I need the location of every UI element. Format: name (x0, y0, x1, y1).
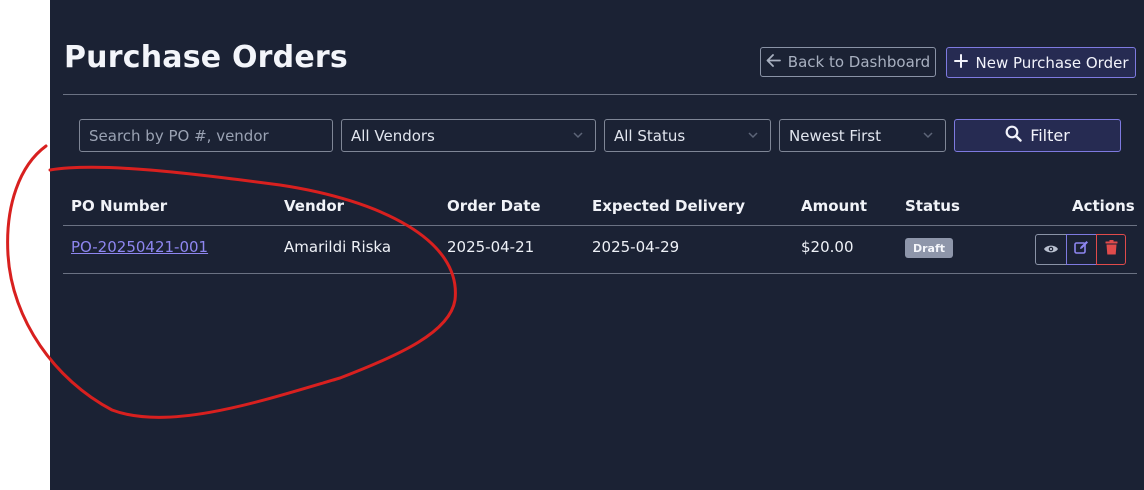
sort-select-value: Newest First (789, 126, 881, 145)
back-to-dashboard-label: Back to Dashboard (787, 53, 931, 71)
view-button[interactable] (1035, 234, 1067, 265)
column-header-actions: Actions (1072, 197, 1135, 215)
search-input[interactable]: Search by PO #, vendor (79, 119, 333, 152)
column-header-po-number[interactable]: PO Number (71, 197, 167, 215)
status-badge: Draft (905, 238, 954, 258)
arrow-left-icon (766, 53, 781, 71)
search-icon (1005, 125, 1022, 146)
edit-icon (1074, 240, 1089, 259)
trash-icon (1105, 240, 1118, 259)
new-purchase-order-label: New Purchase Order (975, 53, 1129, 72)
order-date-cell: 2025-04-21 (447, 238, 535, 256)
vendor-select-value: All Vendors (351, 126, 435, 145)
amount-cell: $20.00 (801, 238, 854, 256)
row-actions (1035, 234, 1126, 265)
po-number-link[interactable]: PO-20250421-001 (71, 238, 208, 256)
eye-icon (1043, 240, 1059, 259)
vendor-select[interactable]: All Vendors (341, 119, 596, 152)
edit-button[interactable] (1066, 234, 1097, 265)
column-header-expected-delivery[interactable]: Expected Delivery (592, 197, 745, 215)
expected-delivery-cell: 2025-04-29 (592, 238, 680, 256)
purchase-orders-page: Purchase Orders Back to Dashboard New Pu… (50, 0, 1144, 490)
chevron-down-icon (923, 132, 933, 139)
sort-select[interactable]: Newest First (779, 119, 946, 152)
filter-label: Filter (1030, 126, 1070, 145)
new-purchase-order-button[interactable]: New Purchase Order (946, 47, 1136, 78)
status-select-value: All Status (614, 126, 686, 145)
status-select[interactable]: All Status (604, 119, 771, 152)
page-title: Purchase Orders (64, 40, 348, 75)
plus-icon (953, 53, 968, 72)
search-placeholder: Search by PO #, vendor (89, 126, 269, 145)
chevron-down-icon (748, 132, 758, 139)
delete-button[interactable] (1096, 234, 1126, 265)
table-header-divider (63, 225, 1137, 226)
back-to-dashboard-button[interactable]: Back to Dashboard (760, 47, 936, 77)
column-header-amount[interactable]: Amount (801, 197, 867, 215)
column-header-order-date[interactable]: Order Date (447, 197, 541, 215)
filter-button[interactable]: Filter (954, 119, 1121, 152)
chevron-down-icon (573, 132, 583, 139)
column-header-status[interactable]: Status (905, 197, 960, 215)
table-row-divider (63, 273, 1137, 274)
header-divider (63, 94, 1137, 95)
vendor-cell: Amarildi Riska (284, 238, 392, 256)
column-header-vendor[interactable]: Vendor (284, 197, 344, 215)
